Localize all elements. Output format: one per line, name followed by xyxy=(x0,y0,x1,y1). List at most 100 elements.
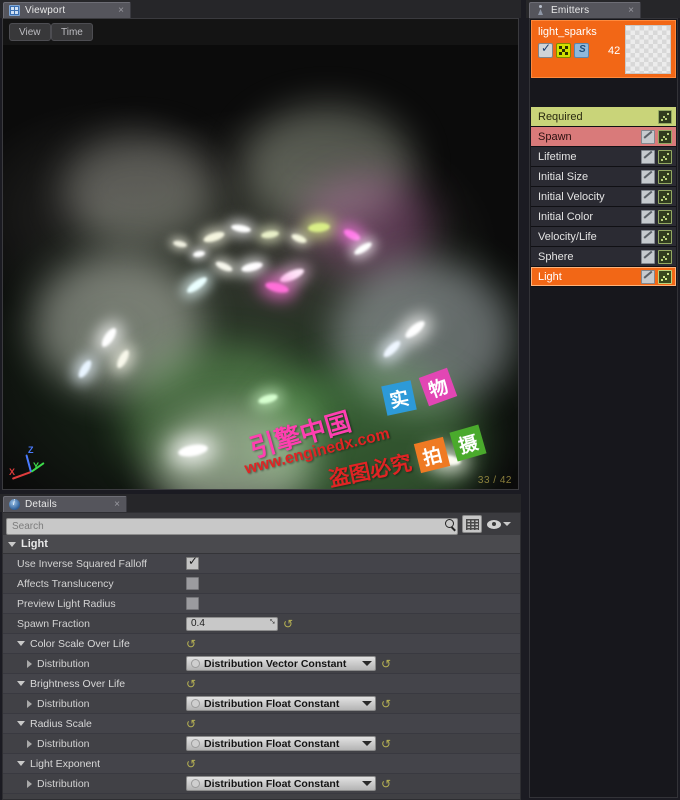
property-checkbox[interactable] xyxy=(186,557,199,570)
property-checkbox[interactable] xyxy=(186,597,199,610)
property-name-cell: Color Scale Over Life xyxy=(3,638,186,650)
module-enable-checkbox[interactable] xyxy=(641,210,655,224)
module-enable-checkbox[interactable] xyxy=(641,150,655,164)
axis-z-line xyxy=(25,454,32,472)
emitter-module-required[interactable]: Required xyxy=(531,107,676,127)
chevron-right-icon[interactable] xyxy=(27,780,32,788)
emitter-module-light[interactable]: Light xyxy=(531,267,676,287)
search-input[interactable] xyxy=(6,518,458,535)
particle-glow xyxy=(63,135,213,245)
reset-to-default-icon[interactable]: ↺ xyxy=(186,638,196,650)
emitter-module-initial-color[interactable]: Initial Color xyxy=(531,207,676,227)
reset-to-default-icon[interactable]: ↺ xyxy=(381,658,391,670)
reset-to-default-icon[interactable]: ↺ xyxy=(186,718,196,730)
emitter-module-initial-size[interactable]: Initial Size xyxy=(531,167,676,187)
property-checkbox[interactable] xyxy=(186,577,199,590)
property-number-input[interactable]: 0.4 xyxy=(186,617,278,631)
emitter-module-sphere[interactable]: Sphere xyxy=(531,247,676,267)
close-icon[interactable]: × xyxy=(96,499,120,510)
property-row[interactable]: Preview Light Radius xyxy=(3,594,520,614)
distribution-dropdown[interactable]: Distribution Float Constant xyxy=(186,696,376,711)
emitter-header[interactable]: light_sparks 42 xyxy=(531,20,676,78)
axis-x-label: X xyxy=(9,467,15,477)
chevron-down-icon[interactable] xyxy=(17,721,25,726)
property-name-cell: Distribution xyxy=(3,738,186,750)
reset-to-default-icon[interactable]: ↺ xyxy=(186,758,196,770)
property-row[interactable]: Use Inverse Squared Falloff xyxy=(3,554,520,574)
module-curve-icon[interactable] xyxy=(658,110,672,124)
emitter-module-initial-velocity[interactable]: Initial Velocity xyxy=(531,187,676,207)
module-enable-checkbox[interactable] xyxy=(641,190,655,204)
chevron-down-icon[interactable] xyxy=(362,701,372,706)
module-curve-icon[interactable] xyxy=(658,230,672,244)
emitters-panel: Emitters × light_sparks 42 RequiredSpawn… xyxy=(526,0,680,800)
visibility-button[interactable] xyxy=(487,520,511,529)
reset-to-default-icon[interactable]: ↺ xyxy=(381,738,391,750)
property-label: Distribution xyxy=(37,698,90,710)
module-curve-icon[interactable] xyxy=(658,270,672,284)
enabled-checkbox[interactable] xyxy=(538,43,553,58)
details-icon xyxy=(9,499,20,510)
chevron-down-icon[interactable] xyxy=(17,761,25,766)
chevron-down-icon[interactable] xyxy=(362,661,372,666)
details-property-list[interactable]: Light Use Inverse Squared FalloffAffects… xyxy=(3,535,520,800)
stepper-icon[interactable] xyxy=(266,619,275,628)
property-row[interactable]: Brightness Over Life↺ xyxy=(3,674,520,694)
category-header-light[interactable]: Light xyxy=(3,535,520,554)
property-row[interactable]: DistributionDistribution Float Constant ↺ xyxy=(3,734,520,754)
grid-toggle-icon[interactable] xyxy=(556,43,571,58)
property-row[interactable]: DistributionDistribution Vector Constant… xyxy=(3,654,520,674)
property-name-cell: Preview Light Radius xyxy=(3,598,186,610)
emitter-thumbnail[interactable] xyxy=(625,25,671,74)
module-curve-icon[interactable] xyxy=(658,190,672,204)
watermark-tile-char: 物 xyxy=(424,371,451,403)
module-curve-icon[interactable] xyxy=(658,170,672,184)
chevron-right-icon[interactable] xyxy=(27,740,32,748)
details-body: Light Use Inverse Squared FalloffAffects… xyxy=(2,512,521,800)
emitter-module-lifetime[interactable]: Lifetime xyxy=(531,147,676,167)
tab-emitters[interactable]: Emitters × xyxy=(529,2,641,18)
module-enable-checkbox[interactable] xyxy=(641,130,655,144)
module-curve-icon[interactable] xyxy=(658,130,672,144)
details-panel: Details × Light xyxy=(0,494,521,800)
emitter-module-spawn[interactable]: Spawn xyxy=(531,127,676,147)
distribution-dropdown[interactable]: Distribution Float Constant xyxy=(186,736,376,751)
tab-viewport[interactable]: Viewport × xyxy=(3,2,131,18)
close-icon[interactable]: × xyxy=(610,5,634,16)
module-enable-checkbox[interactable] xyxy=(641,250,655,264)
property-row[interactable]: Affects Translucency xyxy=(3,574,520,594)
chevron-down-icon[interactable] xyxy=(17,681,25,686)
property-row[interactable]: Radius Scale↺ xyxy=(3,714,520,734)
chevron-right-icon[interactable] xyxy=(27,700,32,708)
reset-to-default-icon[interactable]: ↺ xyxy=(283,618,293,630)
distribution-dropdown[interactable]: Distribution Float Constant xyxy=(186,776,376,791)
distribution-dropdown[interactable]: Distribution Vector Constant xyxy=(186,656,376,671)
module-enable-checkbox[interactable] xyxy=(641,270,655,284)
chevron-down-icon[interactable] xyxy=(362,741,372,746)
module-enable-checkbox[interactable] xyxy=(641,170,655,184)
property-row[interactable]: Distribution Distribution Float Constant ↺ xyxy=(3,694,520,714)
property-row[interactable]: Color Scale Over Life↺ xyxy=(3,634,520,654)
solo-toggle-icon[interactable] xyxy=(574,43,589,58)
time-menu-button[interactable]: Time xyxy=(51,23,93,41)
chevron-down-icon[interactable] xyxy=(17,641,25,646)
tab-details[interactable]: Details × xyxy=(3,496,127,512)
viewport-render-area[interactable]: 引擎中国 www.enginedx.com 盗图必究 实 物 拍 摄 X Y Z… xyxy=(3,45,518,490)
module-curve-icon[interactable] xyxy=(658,250,672,264)
view-menu-button[interactable]: View xyxy=(9,23,51,41)
emitter-module-velocity-life[interactable]: Velocity/Life xyxy=(531,227,676,247)
property-row[interactable]: Light Exponent↺ xyxy=(3,754,520,774)
chevron-down-icon[interactable] xyxy=(362,781,372,786)
property-row[interactable]: Spawn Fraction0.4↺ xyxy=(3,614,520,634)
grid-view-button[interactable] xyxy=(462,515,482,533)
module-curve-icon[interactable] xyxy=(658,150,672,164)
property-row[interactable]: DistributionDistribution Float Constant↺ xyxy=(3,774,520,794)
watermark-tile: 拍 xyxy=(414,437,450,473)
chevron-right-icon[interactable] xyxy=(27,660,32,668)
reset-to-default-icon[interactable]: ↺ xyxy=(186,678,196,690)
module-curve-icon[interactable] xyxy=(658,210,672,224)
reset-to-default-icon[interactable]: ↺ xyxy=(381,698,391,710)
reset-to-default-icon[interactable]: ↺ xyxy=(381,778,391,790)
close-icon[interactable]: × xyxy=(100,5,124,16)
module-enable-checkbox[interactable] xyxy=(641,230,655,244)
